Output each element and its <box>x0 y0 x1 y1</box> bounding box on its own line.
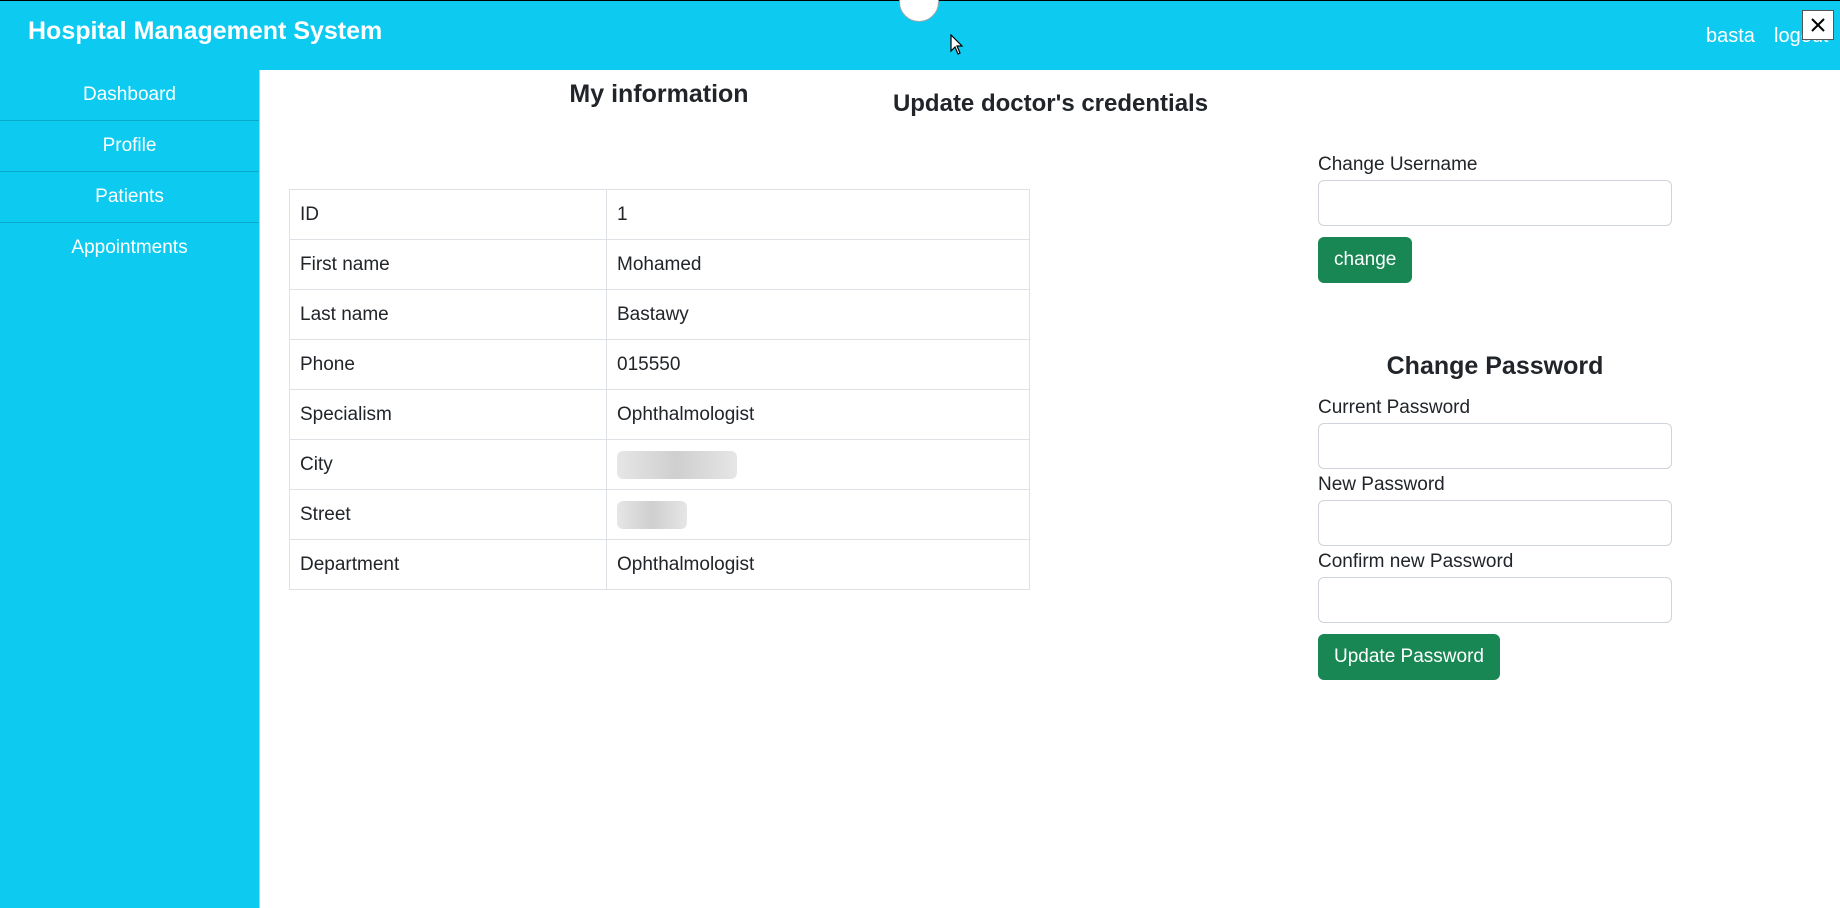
table-row: Specialism Ophthalmologist <box>289 389 1030 440</box>
row-key-id: ID <box>289 189 607 240</box>
row-value-phone: 015550 <box>606 339 1030 390</box>
current-password-label: Current Password <box>1318 397 1471 418</box>
row-value-last-name: Bastawy <box>606 289 1030 340</box>
new-password-label: New Password <box>1318 474 1445 495</box>
username-link[interactable]: basta <box>1706 25 1755 48</box>
table-row: Phone 015550 <box>289 339 1030 390</box>
row-key-phone: Phone <box>289 339 607 390</box>
row-value-city <box>606 439 1030 490</box>
username-input[interactable] <box>1318 180 1672 226</box>
confirm-password-label: Confirm new Password <box>1318 551 1514 572</box>
row-key-last-name: Last name <box>289 289 607 340</box>
sidebar-item-appointments[interactable]: Appointments <box>0 223 259 273</box>
sidebar-item-patients[interactable]: Patients <box>0 172 259 223</box>
table-row: ID 1 <box>289 189 1030 240</box>
row-key-department: Department <box>289 539 607 590</box>
confirm-password-input[interactable] <box>1318 577 1672 623</box>
info-section-title: My information <box>569 80 749 108</box>
sidebar-item-dashboard[interactable]: Dashboard <box>0 70 259 121</box>
change-password-title: Change Password <box>1386 352 1604 380</box>
new-password-input[interactable] <box>1318 500 1672 546</box>
redacted-value <box>617 450 737 479</box>
row-value-department: Ophthalmologist <box>606 539 1030 590</box>
close-button[interactable] <box>1802 10 1834 40</box>
row-value-first-name: Mohamed <box>606 239 1030 290</box>
redacted-value <box>617 500 687 529</box>
table-row: Last name Bastawy <box>289 289 1030 340</box>
sidebar-item-profile[interactable]: Profile <box>0 121 259 172</box>
row-value-id: 1 <box>606 189 1030 240</box>
sidebar: Dashboard Profile Patients Appointments <box>0 70 259 908</box>
row-key-first-name: First name <box>289 239 607 290</box>
change-username-button[interactable]: change <box>1318 237 1413 283</box>
row-key-city: City <box>289 439 607 490</box>
row-key-street: Street <box>289 489 607 540</box>
row-value-street <box>606 489 1030 540</box>
table-row: Street <box>289 489 1030 540</box>
row-key-specialism: Specialism <box>289 389 607 440</box>
mouse-cursor-icon <box>950 33 964 61</box>
close-icon <box>1811 18 1825 32</box>
change-username-label: Change Username <box>1318 154 1478 175</box>
update-password-button[interactable]: Update Password <box>1318 634 1500 680</box>
info-table: ID 1 First name Mohamed Last name Bastaw… <box>289 189 1030 590</box>
brand-title[interactable]: Hospital Management System <box>28 17 382 46</box>
table-row: First name Mohamed <box>289 239 1030 290</box>
current-password-input[interactable] <box>1318 423 1672 469</box>
table-row: City <box>289 439 1030 490</box>
row-value-specialism: Ophthalmologist <box>606 389 1030 440</box>
table-row: Department Ophthalmologist <box>289 539 1030 590</box>
